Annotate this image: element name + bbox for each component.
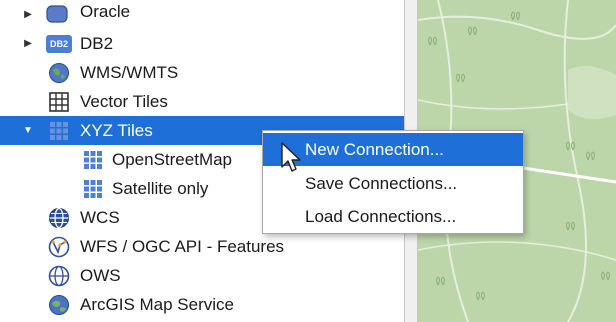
tree-item-label: WMS/WMTS [80, 62, 179, 82]
ows-globe-icon [48, 265, 70, 287]
menu-item-label: New Connection... [305, 139, 444, 159]
tree-item-label: XYZ Tiles [80, 120, 153, 140]
tree-item-label: WFS / OGC API - Features [80, 236, 285, 256]
tile-grid-icon [82, 149, 104, 171]
menu-item-load-connections[interactable]: Load Connections... [263, 200, 523, 233]
xyz-tiles-grid-icon [48, 120, 70, 142]
tree-item-oracle[interactable]: ▶ Oracle [0, 0, 404, 29]
tree-item-label: ArcGIS Map Service [80, 294, 234, 314]
menu-item-label: Load Connections... [305, 206, 457, 226]
wms-globe-icon [48, 62, 70, 84]
tree-item-ows[interactable]: OWS [0, 261, 404, 290]
expand-arrow-icon[interactable]: ▶ [21, 37, 35, 51]
tree-item-arcgis-map-service[interactable]: ArcGIS Map Service [0, 290, 404, 319]
tree-item-wms-wmts[interactable]: WMS/WMTS [0, 58, 404, 87]
tree-item-label: WCS [80, 207, 120, 227]
tree-item-label: OWS [80, 265, 121, 285]
wfs-globe-icon [48, 236, 70, 258]
tree-item-label: OpenStreetMap [112, 149, 233, 169]
wcs-globe-icon [48, 207, 70, 229]
db2-icon-text: DB2 [46, 34, 72, 53]
arcgis-globe-icon [48, 294, 70, 316]
tree-item-wfs-ogc-api-features[interactable]: WFS / OGC API - Features [0, 232, 404, 261]
tree-item-label: Oracle [80, 2, 131, 21]
tree-item-vector-tiles[interactable]: Vector Tiles [0, 87, 404, 116]
menu-item-label: Save Connections... [305, 173, 458, 193]
tile-grid-icon [82, 178, 104, 200]
tree-item-db2[interactable]: ▶ DB2 DB2 [0, 29, 404, 58]
mouse-pointer-icon [280, 141, 304, 175]
expand-arrow-icon[interactable]: ▶ [21, 8, 35, 22]
collapse-arrow-icon[interactable]: ▼ [21, 124, 35, 138]
tree-item-label: DB2 [80, 33, 114, 53]
oracle-db-icon [46, 4, 68, 26]
tree-item-label: Satellite only [112, 178, 209, 198]
tree-item-label: Vector Tiles [80, 91, 168, 111]
db2-icon: DB2 [46, 33, 72, 55]
vector-tiles-grid-icon [48, 91, 70, 113]
